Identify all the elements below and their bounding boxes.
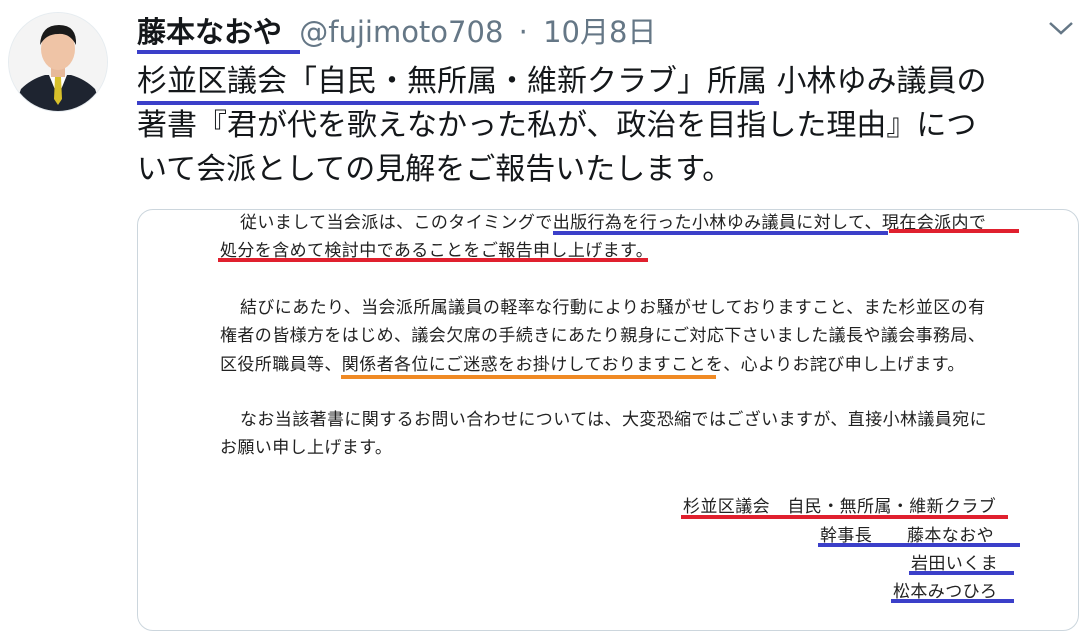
doc-p2-line1: 結びにあたり、当会派所属議員の軽率な行動によりお騒がせしておりますこと、また杉並…	[240, 298, 986, 318]
doc-underline-red-2	[218, 258, 648, 262]
text-underline	[137, 101, 759, 105]
doc-underline-blue-1	[553, 231, 888, 235]
avatar[interactable]	[8, 12, 108, 112]
tweet-date[interactable]: 10月8日	[543, 15, 656, 49]
author-handle[interactable]: @fujimoto708	[299, 15, 503, 49]
doc-underline-blue-3	[909, 571, 1014, 575]
doc-underline-red-3	[681, 515, 1008, 519]
doc-p2-line3: 区役所職員等、関係者各位にご迷惑をお掛けしておりますことを、心よりお詫び申し上げ…	[220, 355, 965, 375]
doc-underline-blue-2	[818, 543, 1020, 547]
doc-underline-red-1	[889, 229, 1019, 233]
profile-photo	[9, 13, 107, 111]
doc-p1-line1: 従いまして当会派は、このタイミングで出版行為を行った小林ゆみ議員に対して、現在会…	[240, 213, 987, 233]
name-underline	[137, 50, 300, 54]
tweet-text: 杉並区議会「自民・無所属・維新クラブ」所属 小林ゆみ議員の 著書『君が代を歌えな…	[137, 60, 1067, 192]
tweet-text-line-2: 著書『君が代を歌えなかった私が、政治を目指した理由』につ	[137, 108, 977, 143]
author-name[interactable]: 藤本なおや	[137, 15, 282, 49]
doc-underline-blue-4	[891, 599, 1014, 603]
doc-p2-line2: 権者の皆様方をはじめ、議会欠席の手続きにあたり親身にご対応下さいました議長や議会…	[220, 326, 986, 346]
doc-underline-orange	[341, 375, 716, 379]
doc-p3-line2: お願い申し上げます。	[220, 438, 393, 458]
tweet-header: 藤本なおや @fujimoto708 · 10月8日	[137, 14, 656, 50]
doc-signature-group: 杉並区議会 自民・無所属・維新クラブ	[683, 497, 997, 517]
doc-p3-line1: なお当該著書に関するお問い合わせについては、大変恐縮ではございますが、直接小林議…	[240, 410, 988, 430]
separator-dot: ·	[518, 15, 528, 49]
attached-image[interactable]: 従いまして当会派は、このタイミングで出版行為を行った小林ゆみ議員に対して、現在会…	[137, 209, 1079, 631]
chevron-down-icon[interactable]	[1046, 18, 1076, 38]
tweet-text-line-3: いて会派としての見解をご報告いたします。	[137, 152, 733, 187]
tweet-text-line-1: 杉並区議会「自民・無所属・維新クラブ」所属 小林ゆみ議員の	[137, 64, 987, 99]
